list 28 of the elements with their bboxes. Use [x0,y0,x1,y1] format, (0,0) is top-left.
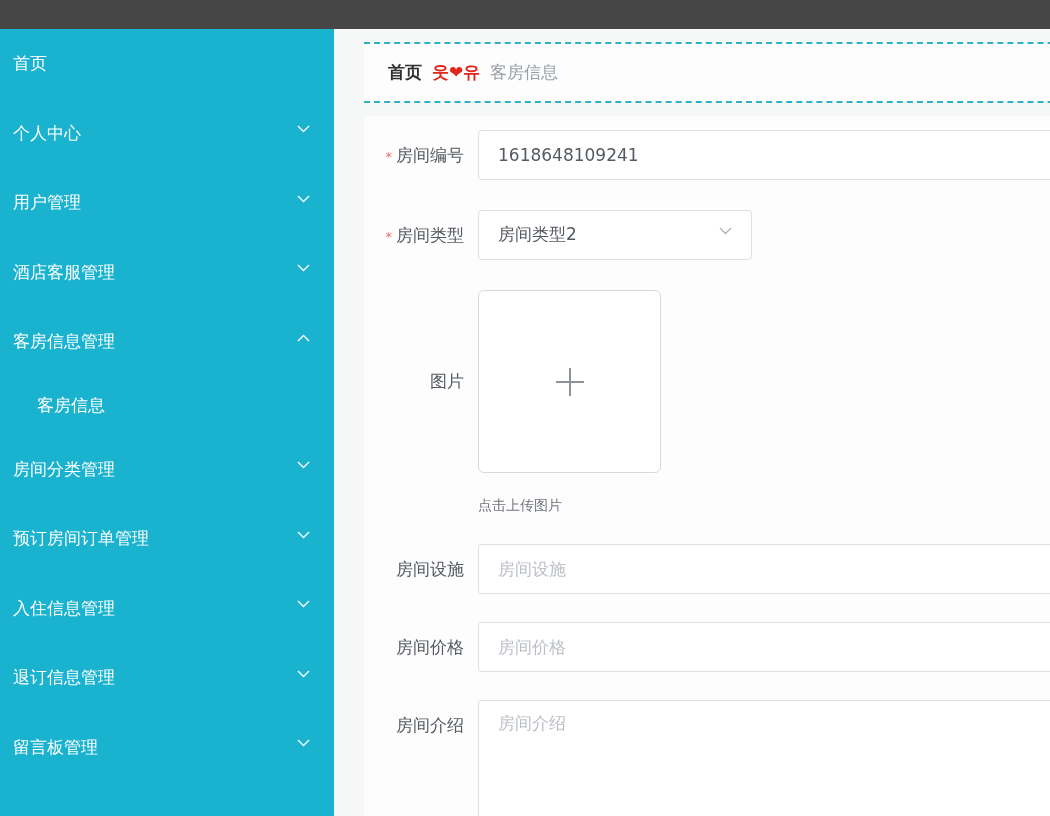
field-label: 房间介绍 [395,714,465,737]
sidebar-item[interactable]: 留言板管理 [0,712,334,782]
select-field[interactable]: 房间类型2 [478,210,752,260]
sidebar-item[interactable]: 客房信息管理 [0,307,334,377]
sidebar-item[interactable]: 酒店客服管理 [0,237,334,307]
field-label: * 房间类型 [384,224,465,247]
sidebar-item[interactable]: 退订信息管理 [0,643,334,713]
sidebar-item[interactable]: 房间分类管理 [0,434,334,504]
sidebar-item[interactable]: 入住信息管理 [0,573,334,643]
text-input-field[interactable]: 房间设施 [478,544,1050,594]
field-label: 房间价格 [395,636,465,659]
breadcrumb-link[interactable]: 首页 [388,59,422,86]
plus-icon [555,367,584,396]
sidebar-item[interactable]: 预订房间订单管理 [0,504,334,574]
upload-hint: 点击上传图片 [478,496,563,515]
image-upload-button[interactable] [478,290,661,473]
sidebar-item[interactable]: 首页 [0,29,334,99]
sidebar-item[interactable]: 个人中心 [0,98,334,168]
sidebar-subitem[interactable]: 客房信息 [0,376,334,435]
textarea-field[interactable]: 房间介绍 [478,700,1050,816]
chevron-down-icon [719,227,732,235]
text-input-field[interactable]: 1618648109241 [478,130,1050,180]
breadcrumb-separator: 웃❤유 [432,60,481,84]
field-label: 房间设施 [395,558,465,581]
text-input-field[interactable]: 房间价格 [478,622,1050,672]
sidebar-item[interactable]: 用户管理 [0,168,334,238]
field-label: 图片 [429,370,465,393]
field-label: * 房间编号 [384,144,465,167]
